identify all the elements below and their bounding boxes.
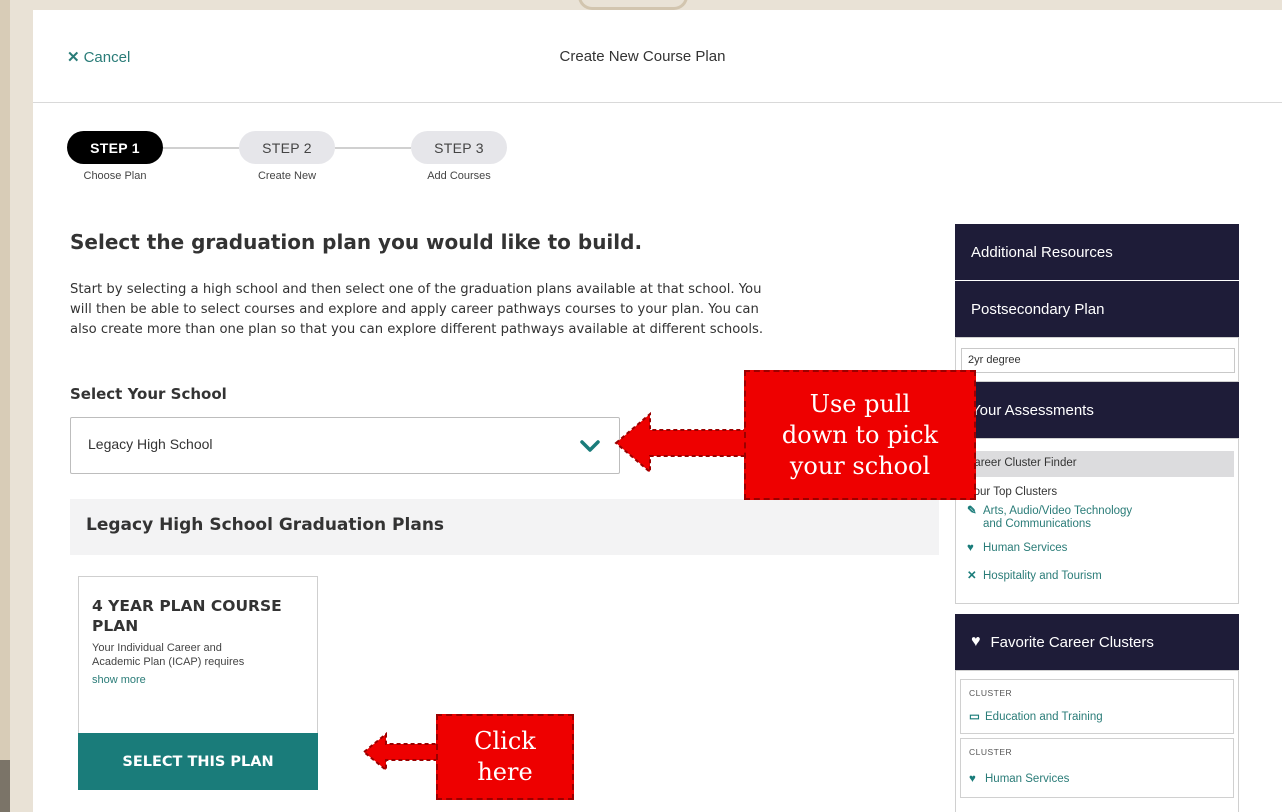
sidebar: Additional Resources Postsecondary Plan … — [955, 224, 1239, 812]
callout-line: your school — [789, 451, 931, 480]
select-this-plan-button[interactable]: SELECT THIS PLAN — [78, 733, 318, 790]
step-3-caption: Add Courses — [427, 170, 491, 182]
additional-resources-title: Additional Resources — [971, 243, 1113, 261]
show-more-link[interactable]: show more — [92, 674, 146, 686]
favorite-cluster-link[interactable]: ♥ Human Services — [969, 773, 1069, 786]
plan-title-line: PLAN — [92, 617, 139, 635]
intro-text: Start by selecting a high school and the… — [70, 280, 940, 340]
chevron-down-icon — [580, 440, 600, 452]
plan-description-line: Academic Plan (ICAP) requires — [92, 656, 245, 668]
cluster-tag: CLUSTER — [969, 747, 1013, 757]
cluster-tag: CLUSTER — [969, 688, 1013, 698]
step-connector — [163, 147, 239, 149]
plan-title: 4 YEAR PLAN COURSE PLAN — [92, 596, 312, 636]
callout-arrow-left-icon — [614, 411, 753, 475]
your-assessments-title: Your Assessments — [971, 401, 1094, 419]
callout-line: down to pick — [781, 420, 939, 449]
top-decoration — [578, 0, 688, 10]
step-1-caption: Choose Plan — [83, 170, 147, 182]
cluster-name: and Communications — [983, 518, 1092, 530]
cluster-name: Human Services — [983, 542, 1068, 554]
graduation-plans-title: Legacy High School Graduation Plans — [86, 515, 445, 535]
additional-resources-header: Additional Resources — [955, 224, 1239, 280]
left-background-strip — [0, 0, 10, 812]
callout-arrow-left-icon — [362, 731, 445, 773]
plan-description: Your Individual Career and Academic Plan… — [92, 641, 312, 669]
education-icon: ▭ — [969, 711, 980, 723]
school-select-label: Select Your School — [70, 385, 227, 403]
human-services-icon: ♥ — [967, 542, 974, 554]
human-services-icon: ♥ — [969, 773, 976, 785]
page-title: Create New Course Plan — [559, 48, 726, 65]
callout-click-here: Click here — [436, 714, 574, 800]
left-background-strip-dark — [0, 760, 10, 812]
cluster-name: Human Services — [985, 773, 1070, 785]
hospitality-icon: ✕ — [967, 570, 977, 582]
cluster-name: Education and Training — [985, 711, 1103, 723]
callout-line: Click — [474, 727, 536, 755]
stepper: STEP 1 Choose Plan STEP 2 Create New STE… — [67, 131, 547, 191]
step-2-caption: Create New — [257, 170, 317, 182]
top-cluster-item[interactable]: ✎ Arts, Audio/Video Technology and Commun… — [967, 505, 1132, 531]
school-select[interactable]: Legacy High School — [70, 417, 620, 474]
favorite-cluster-card[interactable]: CLUSTER ▭ Education and Training — [960, 679, 1234, 734]
step-3[interactable]: STEP 3 Add Courses — [411, 131, 507, 182]
top-cluster-item[interactable]: ✕ Hospitality and Tourism — [967, 570, 1102, 583]
step-1-pill: STEP 1 — [67, 131, 163, 164]
your-assessments-header: Your Assessments — [955, 382, 1239, 438]
postsecondary-plan-title: Postsecondary Plan — [971, 300, 1105, 318]
arts-icon: ✎ — [967, 505, 977, 517]
postsecondary-box: 2yr degree — [955, 337, 1239, 382]
career-cluster-finder[interactable]: Career Cluster Finder — [960, 451, 1234, 477]
favorite-cluster-link[interactable]: ▭ Education and Training — [969, 711, 1103, 724]
postsecondary-plan-value[interactable]: 2yr degree — [961, 348, 1235, 373]
favorite-career-clusters-header: ♥ Favorite Career Clusters — [955, 614, 1239, 670]
favorite-career-clusters-title: Favorite Career Clusters — [990, 633, 1154, 651]
top-clusters-label: Your Top Clusters — [967, 486, 1058, 498]
step-2-pill: STEP 2 — [239, 131, 335, 164]
intro-line: will then be able to select courses and … — [70, 302, 759, 317]
step-1[interactable]: STEP 1 Choose Plan — [67, 131, 163, 182]
callout-line: Use pull — [809, 389, 911, 418]
intro-line: also create more than one plan so that y… — [70, 322, 764, 337]
intro-line: Start by selecting a high school and the… — [70, 282, 762, 297]
step-2[interactable]: STEP 2 Create New — [239, 131, 335, 182]
main-heading: Select the graduation plan you would lik… — [70, 230, 643, 254]
top-cluster-item[interactable]: ♥ Human Services — [967, 542, 1067, 555]
step-connector — [335, 147, 411, 149]
heart-icon: ♥ — [971, 633, 981, 650]
header-bar: ✕ Cancel Create New Course Plan — [33, 10, 1282, 103]
callout-line: here — [477, 758, 533, 786]
cluster-name: Arts, Audio/Video Technology — [983, 505, 1133, 517]
postsecondary-plan-header: Postsecondary Plan — [955, 281, 1239, 337]
plan-title-line: 4 YEAR PLAN COURSE — [92, 597, 282, 615]
step-3-pill: STEP 3 — [411, 131, 507, 164]
plan-description-line: Your Individual Career and — [92, 642, 222, 654]
cluster-name: Hospitality and Tourism — [983, 570, 1102, 582]
graduation-plans-header: Legacy High School Graduation Plans — [70, 499, 939, 555]
favorite-cluster-card[interactable]: CLUSTER ♥ Human Services — [960, 738, 1234, 798]
school-select-value: Legacy High School — [88, 436, 213, 452]
callout-pick-school: Use pull down to pick your school — [744, 370, 976, 500]
